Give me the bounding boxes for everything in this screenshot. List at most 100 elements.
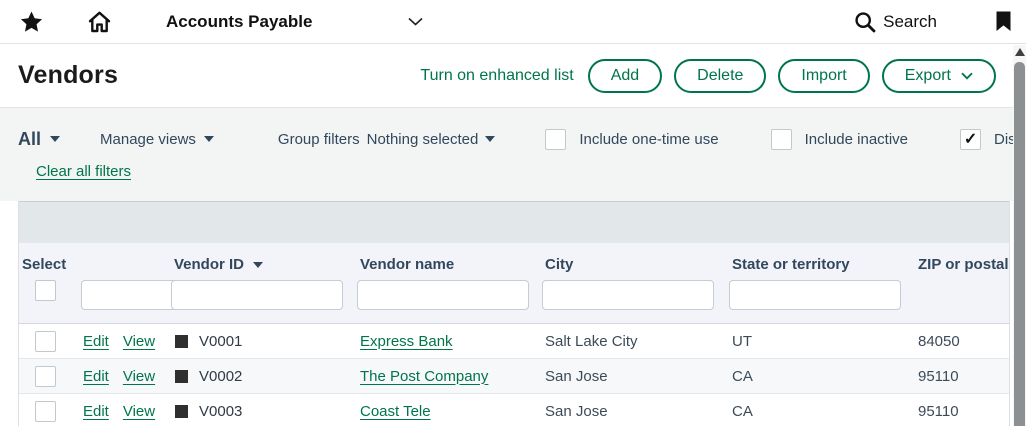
edit-link[interactable]: Edit — [83, 403, 109, 420]
group-filters-value: Nothing selected — [367, 131, 479, 148]
table-row: Edit View V0002 The Post Company San Jos… — [19, 359, 1009, 394]
row-checkbox[interactable] — [35, 366, 56, 387]
clear-all-filters-link[interactable]: Clear all filters — [36, 163, 131, 180]
module-dropdown-label: Accounts Payable — [166, 12, 312, 32]
column-header-select: Select — [19, 256, 171, 273]
vertical-scrollbar[interactable] — [1013, 45, 1026, 426]
star-icon[interactable] — [20, 10, 43, 33]
chevron-down-icon — [408, 17, 423, 26]
vendor-name-filter-input[interactable] — [171, 280, 343, 310]
vendor-id: V0002 — [199, 368, 242, 385]
view-selector-dropdown[interactable]: All — [18, 129, 60, 150]
delete-button-label: Delete — [697, 67, 743, 85]
import-button[interactable]: Import — [778, 59, 869, 93]
view-link[interactable]: View — [123, 368, 155, 385]
zip-filter-input[interactable] — [729, 280, 901, 310]
manage-views-label: Manage views — [100, 131, 196, 148]
import-button-label: Import — [801, 67, 846, 85]
city-value: San Jose — [542, 368, 729, 385]
include-inactive-checkbox[interactable] — [771, 129, 792, 150]
column-header-zip[interactable]: ZIP or postal — [915, 256, 1009, 273]
app-window: Accounts Payable Search Vendors Turn on … — [0, 0, 1026, 426]
page-header: Vendors Turn on enhanced list Add Delete… — [0, 44, 1026, 108]
zip-value: 95110 — [915, 368, 1009, 385]
view-selector-label: All — [18, 129, 41, 150]
state-filter-cell — [542, 280, 729, 310]
export-button[interactable]: Export — [882, 59, 996, 93]
vendor-name-link[interactable]: The Post Company — [360, 368, 488, 385]
city-value: Salt Lake City — [542, 333, 729, 350]
scroll-up-arrow-icon[interactable] — [1015, 48, 1025, 56]
delete-button[interactable]: Delete — [674, 59, 766, 93]
include-one-time-use-label: Include one-time use — [579, 131, 718, 148]
city-filter-input[interactable] — [357, 280, 529, 310]
top-nav-bar: Accounts Payable Search — [0, 0, 1026, 44]
scrollbar-thumb[interactable] — [1014, 62, 1025, 426]
edit-link[interactable]: Edit — [83, 333, 109, 350]
vendor-name-link[interactable]: Coast Tele — [360, 403, 431, 420]
vendor-name-link[interactable]: Express Bank — [360, 333, 453, 350]
display-checkbox-checked[interactable]: ✓ — [960, 129, 981, 150]
include-one-time-use-checkbox[interactable] — [545, 129, 566, 150]
state-value: CA — [729, 368, 915, 385]
display-checkbox-item[interactable]: ✓ Dis — [960, 129, 1016, 150]
group-filters-label: Group filters — [278, 131, 360, 148]
home-icon[interactable] — [87, 10, 112, 34]
add-button-label: Add — [611, 67, 639, 85]
enhanced-list-link[interactable]: Turn on enhanced list — [420, 67, 573, 85]
view-link[interactable]: View — [123, 333, 155, 350]
search-label: Search — [883, 12, 937, 32]
column-header-vendor-id[interactable]: Vendor ID — [171, 256, 357, 273]
search-button[interactable]: Search — [854, 11, 937, 33]
bookmark-icon[interactable] — [995, 11, 1012, 32]
zip-value: 95110 — [915, 403, 1009, 420]
select-all-cell — [19, 280, 81, 310]
state-value: UT — [729, 333, 915, 350]
row-checkbox[interactable] — [35, 331, 56, 352]
add-button[interactable]: Add — [588, 59, 662, 93]
black-square-icon — [175, 335, 188, 348]
group-filters-dropdown[interactable]: Group filters Nothing selected — [278, 131, 495, 148]
city-filter-cell — [357, 280, 542, 310]
triangle-down-icon — [50, 136, 60, 142]
search-icon — [854, 11, 876, 33]
sort-descending-icon — [253, 262, 263, 268]
column-header-state[interactable]: State or territory — [729, 256, 915, 273]
table-header-row: Select Vendor ID Vendor name City State … — [19, 243, 1009, 273]
select-all-checkbox[interactable] — [35, 280, 56, 301]
manage-views-dropdown[interactable]: Manage views — [100, 131, 214, 148]
table-row: Edit View V0001 Express Bank Salt Lake C… — [19, 324, 1009, 359]
view-link[interactable]: View — [123, 403, 155, 420]
triangle-down-icon — [485, 136, 495, 142]
include-inactive-label: Include inactive — [805, 131, 908, 148]
vendor-id: V0003 — [199, 403, 242, 420]
vendor-id-filter-cell — [81, 280, 171, 310]
table-toolbar-band — [19, 201, 1009, 243]
zip-value: 84050 — [915, 333, 1009, 350]
include-inactive-checkbox-item[interactable]: Include inactive — [771, 129, 908, 150]
include-one-time-use-checkbox-item[interactable]: Include one-time use — [545, 129, 718, 150]
triangle-down-icon — [204, 136, 214, 142]
vendors-table: Select Vendor ID Vendor name City State … — [18, 201, 1010, 426]
column-header-city[interactable]: City — [542, 256, 729, 273]
topbar-right-group: Search — [854, 11, 1012, 33]
vendor-id: V0001 — [199, 333, 242, 350]
edit-link[interactable]: Edit — [83, 368, 109, 385]
city-value: San Jose — [542, 403, 729, 420]
filter-bar: All Manage views Group filters Nothing s… — [0, 108, 1026, 201]
page-title: Vendors — [18, 61, 118, 90]
state-filter-input[interactable] — [542, 280, 714, 310]
column-header-vendor-name[interactable]: Vendor name — [357, 256, 542, 273]
header-actions: Turn on enhanced list Add Delete Import … — [420, 59, 996, 93]
black-square-icon — [175, 405, 188, 418]
export-button-label: Export — [905, 67, 951, 85]
table-filter-row — [19, 273, 1009, 324]
filter-row: All Manage views Group filters Nothing s… — [18, 124, 1026, 154]
zip-filter-cell — [729, 280, 915, 310]
state-value: CA — [729, 403, 915, 420]
chevron-down-icon — [961, 72, 973, 80]
black-square-icon — [175, 370, 188, 383]
module-dropdown[interactable]: Accounts Payable — [166, 12, 423, 32]
column-header-vendor-id-label: Vendor ID — [174, 256, 244, 273]
row-checkbox[interactable] — [35, 401, 56, 422]
